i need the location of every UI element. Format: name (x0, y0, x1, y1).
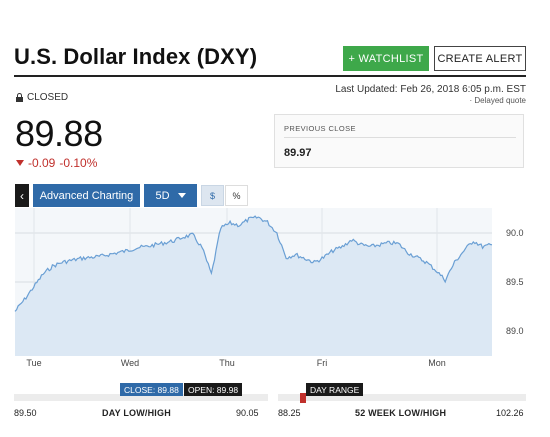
close-tag: CLOSE: 89.88 (120, 383, 183, 396)
market-status: CLOSED (16, 92, 68, 103)
current-price: 89.88 (15, 113, 103, 154)
create-alert-button[interactable]: CREATE ALERT (434, 46, 526, 71)
previous-close-label: PREVIOUS CLOSE (284, 124, 356, 133)
percent-toggle[interactable]: % (225, 185, 248, 206)
x-tick-label: Mon (428, 358, 446, 368)
previous-close-value: 89.97 (284, 147, 312, 159)
title-divider (14, 75, 526, 77)
x-tick-label: Thu (219, 358, 235, 368)
advanced-charting-button[interactable]: Advanced Charting (33, 184, 140, 207)
week52-high: 102.26 (496, 408, 524, 418)
week52-low: 88.25 (278, 408, 301, 418)
previous-close-divider (284, 137, 516, 138)
chart-back-button[interactable]: ‹ (15, 184, 29, 207)
y-tick-label: 89.5 (506, 277, 524, 287)
last-updated: Last Updated: Feb 26, 2018 6:05 p.m. EST (335, 84, 526, 95)
lock-icon (16, 93, 23, 102)
period-label: 5D (155, 189, 170, 202)
period-dropdown[interactable]: 5D (144, 184, 197, 207)
day-low: 89.50 (14, 408, 37, 418)
chevron-down-icon (177, 193, 186, 198)
delayed-quote-note: · Delayed quote (469, 96, 526, 105)
down-arrow-icon (16, 160, 24, 166)
day-range-tag: DAY RANGE (306, 383, 364, 396)
previous-close-panel: PREVIOUS CLOSE 89.97 (274, 114, 524, 168)
open-tag: OPEN: 89.98 (184, 383, 243, 396)
x-tick-label: Wed (121, 358, 139, 368)
page-title: U.S. Dollar Index (DXY) (14, 44, 258, 69)
y-tick-label: 90.0 (506, 228, 524, 238)
price-change: -0.09 -0.10% (16, 156, 97, 170)
x-tick-label: Fri (317, 358, 328, 368)
market-status-label: CLOSED (27, 92, 69, 103)
watchlist-button[interactable]: + WATCHLIST (343, 46, 429, 71)
day-high: 90.05 (236, 408, 259, 418)
week52-range-label: 52 WEEK LOW/HIGH (355, 408, 447, 418)
day-range-label: DAY LOW/HIGH (102, 408, 171, 418)
change-value: -0.09 (28, 156, 56, 170)
x-tick-label: Tue (26, 358, 41, 368)
price-chart[interactable]: 90.0 89.5 89.0 Tue Wed Thu Fri Mon (0, 208, 550, 373)
change-percent: -0.10% (59, 156, 98, 170)
usd-toggle[interactable]: $ (201, 185, 224, 206)
y-tick-label: 89.0 (506, 326, 524, 336)
